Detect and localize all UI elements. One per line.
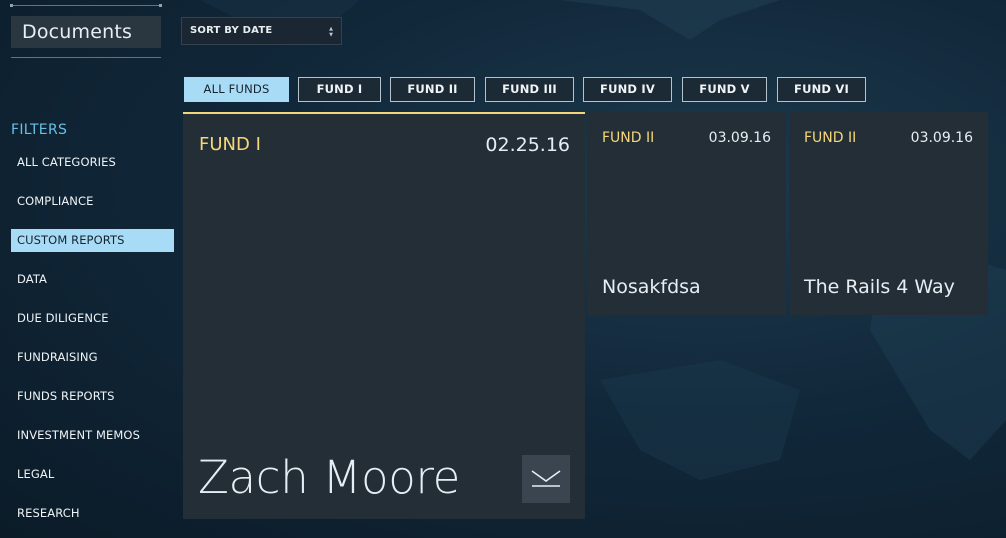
filter-item-all-categories[interactable]: ALL CATEGORIES [11,151,174,174]
page-title: Documents [11,16,161,48]
card-date: 03.09.16 [910,130,973,146]
chevron-down-icon [531,470,561,487]
tab-fund-vi[interactable]: FUND VI [777,77,866,102]
filter-item-compliance[interactable]: COMPLIANCE [11,190,174,213]
card-fund-label: FUND I [199,134,261,155]
download-button[interactable] [522,455,570,503]
card-date: 02.25.16 [485,134,570,156]
sidebar: Documents FILTERS ALL CATEGORIES COMPLIA… [0,0,180,538]
document-card[interactable]: FUND II 03.09.16 Nosakfdsa [587,112,786,315]
filter-list: ALL CATEGORIES COMPLIANCE CUSTOM REPORTS… [11,151,174,538]
document-card[interactable]: FUND II 03.09.16 The Rails 4 Way [789,112,988,315]
card-title: Nosakfdsa [602,276,701,298]
select-arrows-icon: ▲▼ [328,26,334,39]
card-title: The Rails 4 Way [804,276,955,298]
sort-select-value: SORT BY DATE [190,25,273,36]
filters-heading: FILTERS [11,122,68,138]
card-fund-label: FUND II [602,130,655,146]
document-card[interactable]: FUND I 02.25.16 Zach Moore [183,112,585,519]
tab-fund-iv[interactable]: FUND IV [583,77,672,102]
tab-fund-ii[interactable]: FUND II [390,77,475,102]
filter-item-investment-memos[interactable]: INVESTMENT MEMOS [11,424,174,447]
documents-header: Documents [10,4,162,58]
filter-item-legal[interactable]: LEGAL [11,463,174,486]
card-fund-label: FUND II [804,130,857,146]
filter-item-funds-reports[interactable]: FUNDS REPORTS [11,385,174,408]
sort-select[interactable]: SORT BY DATE ▲▼ [181,17,342,45]
filter-item-due-diligence[interactable]: DUE DILIGENCE [11,307,174,330]
tab-all-funds[interactable]: ALL FUNDS [184,77,289,102]
filter-item-data[interactable]: DATA [11,268,174,291]
card-title: Zach Moore [198,451,461,504]
filter-item-research[interactable]: RESEARCH [11,502,174,525]
tab-fund-iii[interactable]: FUND III [485,77,574,102]
filter-item-custom-reports[interactable]: CUSTOM REPORTS [11,229,174,252]
filter-item-fundraising[interactable]: FUNDRAISING [11,346,174,369]
tab-fund-i[interactable]: FUND I [298,77,381,102]
tab-fund-v[interactable]: FUND V [682,77,767,102]
card-date: 03.09.16 [708,130,771,146]
